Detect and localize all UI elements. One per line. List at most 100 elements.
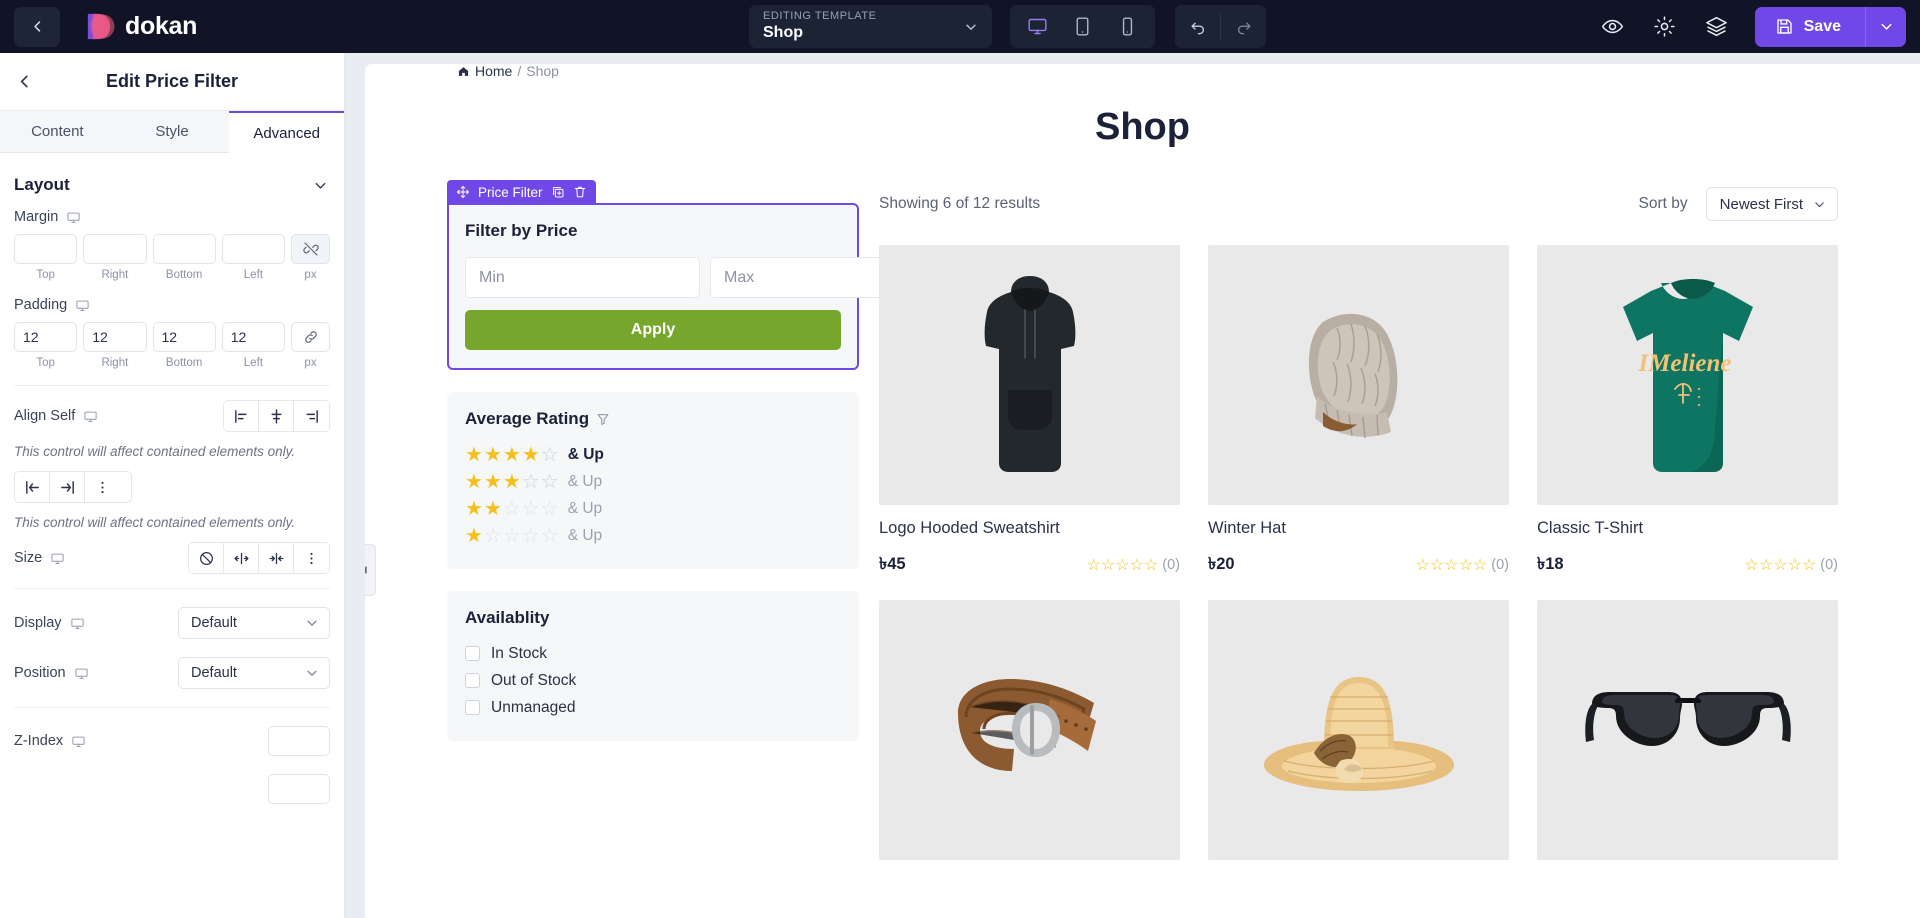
justify-start-button[interactable] <box>15 472 50 502</box>
save-button[interactable]: Save <box>1755 7 1865 47</box>
product-image-teal-tshirt[interactable]: IMeliene <box>1537 245 1838 505</box>
none-icon <box>199 551 213 565</box>
availability-option-in-stock[interactable]: In Stock <box>465 640 841 667</box>
tab-content[interactable]: Content <box>0 111 115 153</box>
average-rating-title-row: Average Rating <box>465 409 841 429</box>
desktop-icon[interactable] <box>50 551 65 566</box>
z-index-input[interactable] <box>268 726 330 756</box>
product-card[interactable] <box>1537 600 1838 874</box>
rating-option-2[interactable]: ★ ★ ☆ ☆ ☆ & Up <box>465 495 841 522</box>
undo-button[interactable] <box>1175 5 1220 48</box>
rating-option-4[interactable]: ★ ★ ★ ★ ☆ & Up <box>465 441 841 468</box>
breadcrumb-home[interactable]: Home <box>475 64 512 78</box>
rating-option-3[interactable]: ★ ★ ★ ☆ ☆ & Up <box>465 468 841 495</box>
product-card[interactable] <box>1208 600 1509 874</box>
product-image-knit-beanie[interactable] <box>1208 245 1509 505</box>
product-name[interactable]: Winter Hat <box>1208 519 1509 538</box>
preview-button[interactable] <box>1587 0 1639 53</box>
availability-option-out-of-stock[interactable]: Out of Stock <box>465 667 841 694</box>
display-select[interactable]: Default <box>178 607 330 639</box>
tablet-view-button[interactable] <box>1061 7 1104 46</box>
desktop-icon[interactable] <box>66 210 81 225</box>
product-card[interactable]: IMeliene Classic T-Shirt ৳18 ☆☆☆☆☆ (0) <box>1537 245 1838 578</box>
align-end-button[interactable] <box>294 401 329 431</box>
product-name[interactable]: Logo Hooded Sweatshirt <box>879 519 1180 538</box>
product-name[interactable]: Classic T-Shirt <box>1537 519 1838 538</box>
z-index-label-row: Z-Index <box>14 733 86 749</box>
padding-bottom-cell: Bottom <box>152 322 216 369</box>
justify-more-button[interactable] <box>85 472 120 502</box>
product-card[interactable]: Winter Hat ৳20 ☆☆☆☆☆ (0) <box>1208 245 1509 578</box>
padding-bottom-input[interactable] <box>152 322 216 352</box>
margin-label-row: Margin <box>14 209 330 225</box>
duplicate-icon[interactable] <box>551 185 565 199</box>
align-self-label-row: Align Self <box>14 408 98 424</box>
justify-end-button[interactable] <box>50 472 85 502</box>
page-title: Edit Price Filter <box>105 71 239 91</box>
product-card[interactable]: Logo Hooded Sweatshirt ৳45 ☆☆☆☆☆ (0) <box>879 245 1180 578</box>
padding-left-input[interactable] <box>221 322 285 352</box>
align-center-button[interactable] <box>259 401 294 431</box>
tab-style[interactable]: Style <box>114 111 230 153</box>
padding-link-toggle[interactable] <box>291 322 330 352</box>
product-card[interactable] <box>879 600 1180 874</box>
margin-left-input[interactable] <box>221 234 285 264</box>
apply-button[interactable]: Apply <box>465 310 841 350</box>
layout-section-header[interactable]: Layout <box>14 153 330 209</box>
display-label: Display <box>14 615 62 631</box>
margin-top-input[interactable] <box>14 234 78 264</box>
size-none-button[interactable] <box>189 543 224 573</box>
next-input-partial[interactable] <box>268 774 330 804</box>
tab-advanced[interactable]: Advanced <box>229 111 344 153</box>
padding-top-input[interactable] <box>14 322 78 352</box>
padding-right-input[interactable] <box>83 322 147 352</box>
desktop-icon[interactable] <box>74 666 89 681</box>
dokan-logo[interactable]: dokan <box>84 11 197 42</box>
size-grow-button[interactable] <box>224 543 259 573</box>
desktop-icon[interactable] <box>70 616 85 631</box>
filters-column: Price Filter Filter by Price Apply <box>447 179 945 874</box>
funnel-icon[interactable] <box>596 412 610 426</box>
product-meta: ৳20 ☆☆☆☆☆ (0) <box>1208 551 1509 578</box>
align-start-button[interactable] <box>224 401 259 431</box>
min-price-input[interactable] <box>465 257 700 298</box>
rating-option-1[interactable]: ★ ☆ ☆ ☆ ☆ & Up <box>465 522 841 549</box>
position-select[interactable]: Default <box>178 657 330 689</box>
availability-option-unmanaged[interactable]: Unmanaged <box>465 694 841 721</box>
settings-button[interactable] <box>1639 0 1691 53</box>
dokan-logo-mark <box>84 11 115 42</box>
save-options-button[interactable] <box>1866 7 1906 47</box>
size-more-button[interactable] <box>294 543 329 573</box>
checkbox-in-stock[interactable] <box>465 646 480 661</box>
product-image-straw-hat[interactable] <box>1208 600 1509 860</box>
product-image-sunglasses[interactable] <box>1537 600 1838 860</box>
mobile-view-button[interactable] <box>1106 7 1149 46</box>
results-count: Showing 6 of 12 results <box>879 195 1041 212</box>
redo-button[interactable] <box>1221 5 1266 48</box>
margin-bottom-input[interactable] <box>152 234 216 264</box>
checkbox-out-of-stock[interactable] <box>465 673 480 688</box>
checkbox-unmanaged[interactable] <box>465 700 480 715</box>
template-selector[interactable]: EDITING TEMPLATE Shop <box>749 5 992 48</box>
desktop-icon[interactable] <box>75 298 90 313</box>
z-index-label: Z-Index <box>14 733 64 749</box>
product-price: ৳20 <box>1208 555 1235 573</box>
desktop-icon[interactable] <box>71 734 86 749</box>
trash-icon[interactable] <box>573 185 587 199</box>
chevron-down-icon <box>315 182 326 189</box>
back-button[interactable] <box>14 6 60 47</box>
canvas-collapse-handle[interactable] <box>365 544 376 596</box>
product-image-black-hoodie[interactable] <box>879 245 1180 505</box>
desktop-icon[interactable] <box>83 409 98 424</box>
template-eyebrow: EDITING TEMPLATE <box>763 10 877 22</box>
size-shrink-button[interactable] <box>259 543 294 573</box>
position-control: Position Default <box>14 657 330 689</box>
sidebar-back-button[interactable] <box>10 68 38 96</box>
margin-link-toggle[interactable] <box>291 234 330 264</box>
layers-button[interactable] <box>1691 0 1743 53</box>
sort-select[interactable]: Newest First <box>1705 187 1838 221</box>
margin-right-input[interactable] <box>83 234 147 264</box>
product-image-brown-belt[interactable] <box>879 600 1180 860</box>
desktop-view-button[interactable] <box>1016 7 1059 46</box>
move-icon[interactable] <box>456 185 470 199</box>
